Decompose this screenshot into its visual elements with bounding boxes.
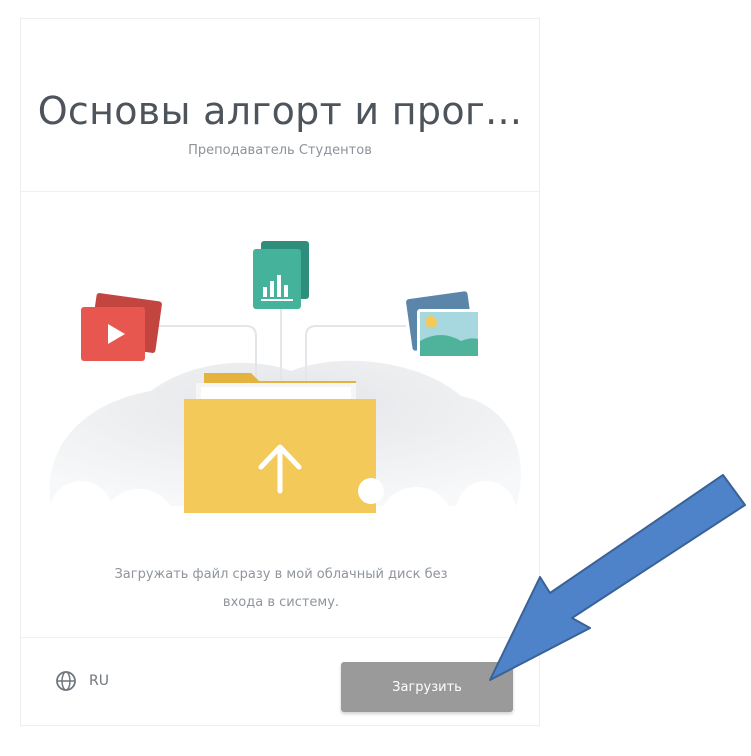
pointer-arrow-annotation [489, 474, 746, 681]
pointer-arrow [489, 474, 746, 681]
